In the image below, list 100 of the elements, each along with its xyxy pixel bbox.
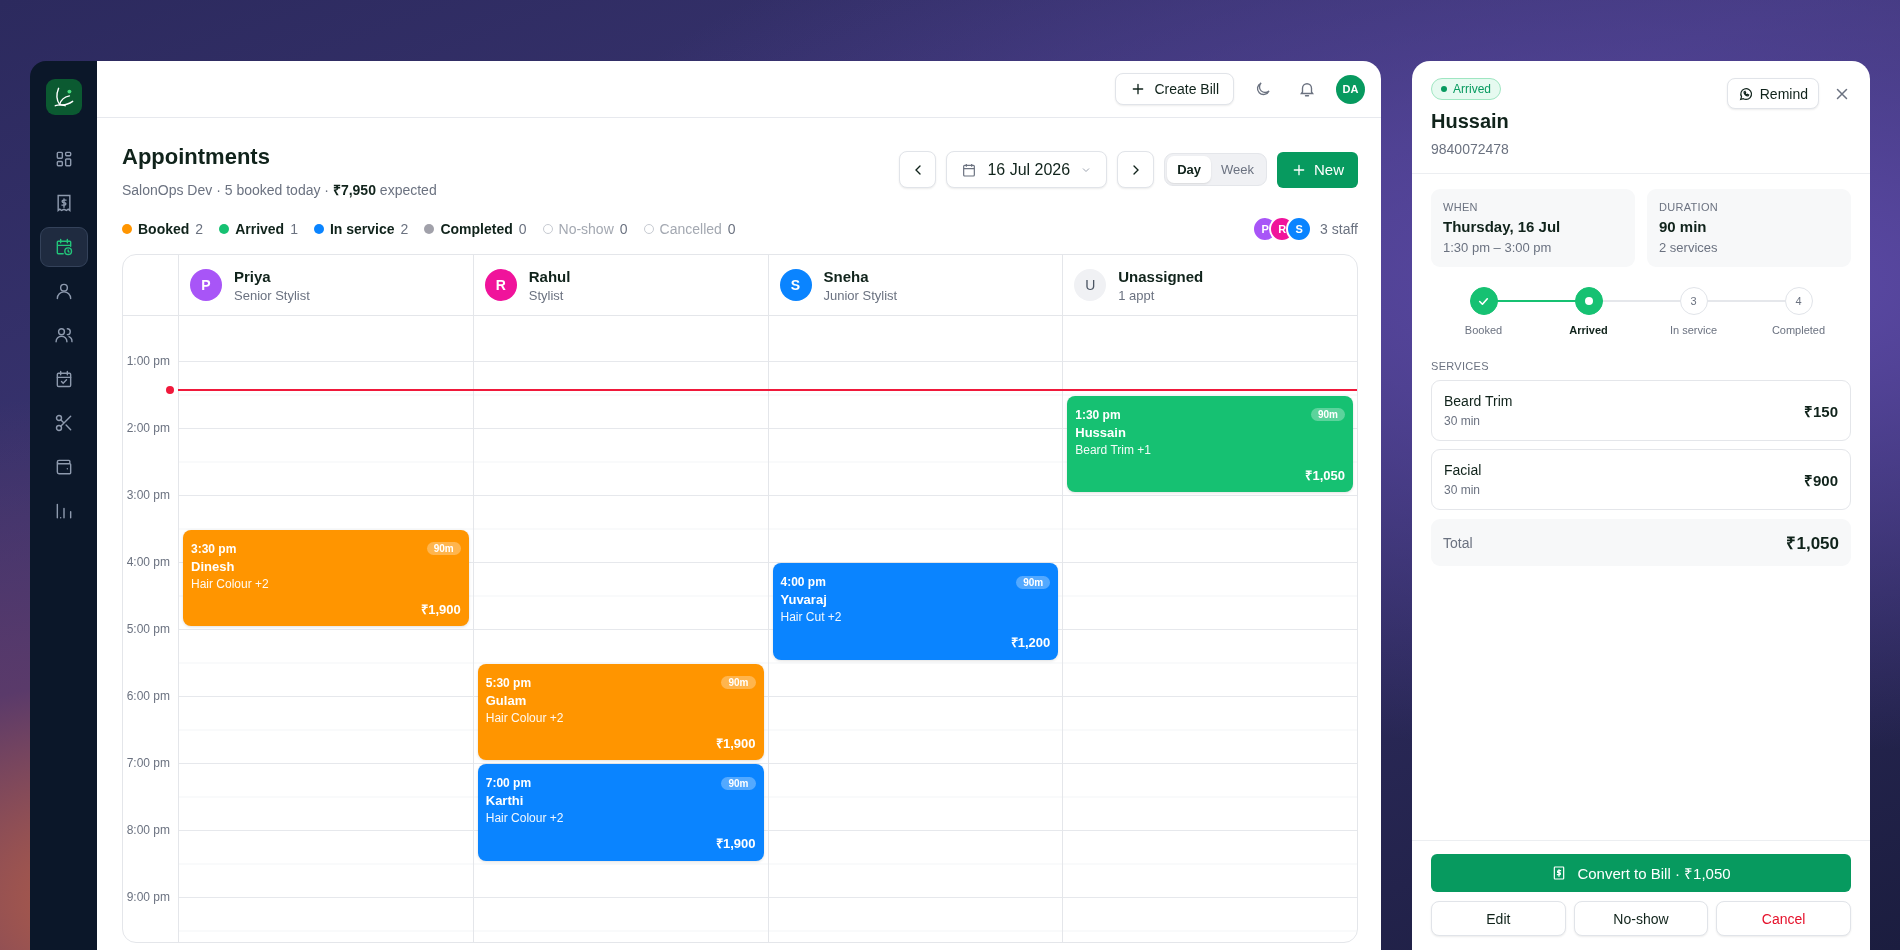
status-count: 0 [619, 221, 628, 237]
staff-avatar: U [1074, 269, 1107, 301]
client-name: Hussain [1075, 424, 1127, 440]
time-label: 9:00 pm [126, 890, 170, 904]
section-heading: SERVICES [1431, 360, 1490, 372]
client-name: Yuvaraj [780, 592, 828, 607]
appointment-card[interactable]: 4:00 pm 90m Yuvaraj Hair Cut +2 ₹1,200 [772, 563, 1059, 660]
duration-badge: 90m [1311, 408, 1345, 421]
edit-button[interactable]: Edit [1431, 901, 1566, 936]
time-label: 3:00 pm [126, 488, 170, 502]
status-label: Arrived [235, 221, 285, 237]
bell-icon[interactable] [1298, 80, 1316, 98]
status-count: 1 [290, 221, 298, 237]
status-label: In service [329, 221, 395, 237]
step-label: Arrived [1569, 324, 1608, 336]
service-name: Beard Trim [1444, 393, 1513, 409]
service-price: ₹900 [1803, 470, 1838, 490]
staff-avatar: R [484, 269, 517, 301]
staff-avatar: S [1286, 216, 1313, 242]
appointment-time: 7:00 pm [485, 776, 532, 790]
status-badge: Arrived [1431, 78, 1501, 100]
user-avatar[interactable]: DA [1336, 74, 1365, 104]
step-label: Booked [1464, 324, 1503, 336]
appointment-time: 5:30 pm [485, 675, 532, 690]
services-summary: Hair Colour +2 [485, 811, 565, 825]
client-phone: 9840072478 [1431, 141, 1509, 157]
chat-bubble-icon [1737, 85, 1754, 102]
duration-badge: 90m [721, 676, 756, 689]
scissors-icon [53, 413, 74, 433]
client-name: Dinesh [191, 558, 236, 574]
status-count: 0 [518, 221, 527, 237]
status-label: Completed [440, 221, 513, 237]
remind-button[interactable]: Remind [1726, 78, 1819, 109]
appointment-price: ₹1,900 [714, 835, 756, 852]
date-picker[interactable]: 16 Jul 2026 [946, 151, 1108, 188]
staff-name: Unassigned [1118, 267, 1204, 285]
status-count: 2 [400, 221, 409, 237]
services-summary: Hair Colour +2 [191, 576, 270, 591]
status-count: 2 [195, 221, 204, 237]
view-tab[interactable]: Week [1211, 156, 1264, 183]
status-label: Booked [138, 221, 190, 237]
services-summary: Hair Cut +2 [780, 610, 843, 624]
users-icon [53, 325, 74, 345]
appointment-time: 3:30 pm [191, 541, 237, 556]
client-name: Karthi [485, 793, 525, 808]
convert-to-bill-button[interactable]: Convert to Bill · ₹1,050 [1431, 854, 1851, 892]
time-label: 4:00 pm [126, 555, 170, 569]
appointment-price: ₹1,900 [420, 600, 461, 618]
time-label: 5:00 pm [126, 622, 170, 636]
view-tab[interactable]: Day [1167, 156, 1211, 183]
time-label: 7:00 pm [126, 756, 170, 770]
calendar-icon [961, 161, 978, 178]
staff-role: 1 appt [1118, 287, 1156, 303]
staff-count: 3 staff [1320, 221, 1358, 237]
services-summary: Beard Trim +1 [1075, 442, 1152, 457]
duration-badge: 90m [1016, 575, 1051, 589]
status-count: 0 [727, 221, 736, 237]
appointment-time: 4:00 pm [780, 575, 826, 589]
total-amount: ₹1,050 [1786, 533, 1839, 554]
info-detail: 2 services [1659, 240, 1719, 255]
staff-avatar: P [190, 269, 222, 301]
staff-name: Priya [234, 267, 272, 285]
step-label: In service [1669, 324, 1718, 336]
appointment-card[interactable]: 1:30 pm 90m Hussain Beard Trim +1 ₹1,050 [1067, 395, 1353, 492]
info-detail: 1:30 pm – 3:00 pm [1443, 240, 1553, 255]
status-label: Cancelled [659, 221, 722, 237]
appointment-time: 1:30 pm [1075, 407, 1121, 422]
service-duration: 30 min [1444, 483, 1482, 497]
moon-icon[interactable] [1254, 80, 1272, 98]
no-show-button[interactable]: No-show [1573, 901, 1709, 936]
staff-avatar: S [779, 269, 812, 301]
status-label: No-show [558, 221, 614, 237]
appointment-card[interactable]: 7:00 pm 90m Karthi Hair Colour +2 ₹1,900 [477, 764, 764, 861]
client-name: Hussain [1431, 110, 1509, 133]
time-label: 8:00 pm [126, 823, 170, 837]
duration-badge: 90m [721, 776, 756, 790]
appointment-price: ₹1,900 [714, 734, 756, 752]
staff-role: Junior Stylist [823, 287, 898, 303]
staff-role: Senior Stylist [234, 287, 310, 303]
appointment-price: ₹1,200 [1009, 634, 1051, 651]
service-name: Facial [1444, 462, 1482, 478]
appointment-price: ₹1,050 [1304, 466, 1345, 484]
sidebar-item[interactable] [39, 227, 88, 267]
info-value: Thursday, 16 Jul [1443, 218, 1562, 235]
time-label: 2:00 pm [126, 421, 170, 435]
step-marker: 3 [1679, 287, 1708, 315]
service-duration: 30 min [1444, 414, 1482, 428]
current-time-dot [166, 386, 174, 395]
info-label: WHEN [1443, 201, 1479, 213]
page-title: Appointments [122, 144, 271, 170]
service-price: ₹150 [1803, 401, 1838, 421]
cancel-button[interactable]: Cancel [1716, 901, 1851, 936]
new-appointment-button[interactable]: New [1277, 151, 1358, 188]
client-name: Gulam [485, 692, 528, 708]
create-bill-button[interactable]: Create Bill [1115, 73, 1234, 105]
services-summary: Hair Colour +2 [485, 710, 565, 725]
step-marker: 4 [1784, 287, 1813, 315]
page-subtitle: SalonOps Dev · 5 booked today · ₹7,950 expected [122, 181, 437, 199]
staff-name: Rahul [528, 267, 571, 285]
total-label: Total [1443, 534, 1473, 551]
